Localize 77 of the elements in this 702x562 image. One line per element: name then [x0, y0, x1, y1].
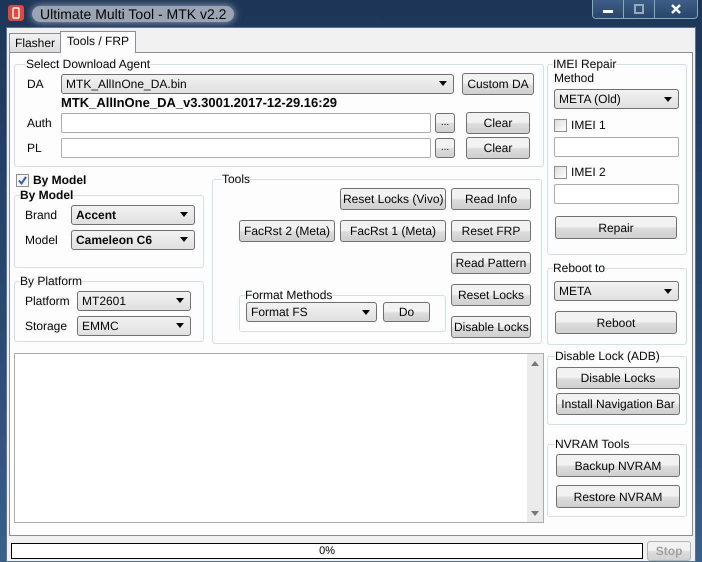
- dropdown[interactable]: Accent: [71, 204, 195, 224]
- tab[interactable]: Flasher: [9, 33, 62, 52]
- group-title: Tools: [222, 172, 250, 186]
- reset-locks-vivo-button[interactable]: Reset Locks (Vivo): [340, 188, 446, 210]
- browse-button[interactable]: ...: [435, 112, 455, 132]
- checkbox[interactable]: [554, 118, 567, 132]
- field-label: PL: [27, 140, 43, 154]
- nvram-button[interactable]: Backup NVRAM: [556, 454, 680, 477]
- da-version: MTK_AllInOne_DA_v3.3001.2017-12-29.16:29: [61, 96, 338, 110]
- read-pattern-button[interactable]: Read Pattern: [451, 252, 531, 274]
- caret-icon: [362, 310, 370, 314]
- scroll-up-icon[interactable]: [531, 361, 539, 366]
- maximize-icon: [633, 4, 645, 14]
- path-field[interactable]: [61, 138, 431, 158]
- progress-text: 0%: [319, 545, 336, 557]
- da-label: DA: [27, 76, 45, 90]
- custom-da-button[interactable]: Custom DA: [462, 72, 534, 94]
- method-dropdown[interactable]: META (Old): [554, 89, 679, 109]
- group-title: By Platform: [20, 274, 82, 288]
- checkbox-label: IMEI 1: [571, 118, 606, 132]
- caret-icon: [176, 323, 184, 328]
- group-title: IMEI Repair: [553, 57, 616, 71]
- group-title: Select Download Agent: [26, 57, 150, 71]
- group-title: Reboot to: [553, 261, 606, 275]
- method-label: Method: [554, 71, 596, 87]
- checkbox[interactable]: [554, 166, 567, 178]
- group-title: Disable Lock (ADB): [555, 349, 660, 363]
- reboot-mode-dropdown[interactable]: META: [554, 281, 679, 301]
- read-info-button[interactable]: Read Info: [451, 188, 531, 210]
- caret-icon: [180, 212, 188, 217]
- disable-locks-button[interactable]: Disable Locks: [451, 316, 531, 338]
- adb-button[interactable]: Install Navigation Bar: [556, 393, 680, 415]
- factory-reset-2-button[interactable]: FacRst 2 (Meta): [239, 220, 335, 242]
- reset-locks-button[interactable]: Reset Locks: [451, 284, 531, 306]
- path-field[interactable]: [61, 112, 431, 132]
- group-title: Format Methods: [245, 288, 332, 302]
- group-title: NVRAM Tools: [555, 437, 630, 451]
- adb-button[interactable]: Disable Locks: [556, 367, 680, 389]
- imei-field[interactable]: [554, 184, 679, 204]
- caret-icon: [176, 298, 184, 303]
- phone-icon: [8, 4, 24, 20]
- field-label: Storage: [24, 318, 68, 332]
- browse-button[interactable]: ...: [435, 138, 455, 158]
- dropdown[interactable]: EMMC: [77, 316, 191, 336]
- do-button[interactable]: Do: [383, 302, 430, 322]
- reset-frp-button[interactable]: Reset FRP: [451, 220, 531, 242]
- caret-icon: [439, 81, 447, 86]
- maximize-button[interactable]: [624, 0, 655, 18]
- repair-button[interactable]: Repair: [555, 216, 677, 239]
- checkbox-label: By Model: [33, 173, 86, 187]
- da-dropdown[interactable]: MTK_AllInOne_DA.bin: [61, 74, 454, 94]
- tab[interactable]: Tools / FRP: [60, 31, 136, 53]
- window-title: Ultimate Multi Tool - MTK v2.2: [32, 6, 234, 22]
- checkbox[interactable]: [16, 174, 29, 186]
- close-button[interactable]: [655, 0, 697, 18]
- caret-icon: [180, 237, 188, 242]
- caret-icon: [664, 96, 672, 102]
- dropdown[interactable]: MT2601: [77, 290, 191, 310]
- dropdown[interactable]: Cameleon C6: [71, 230, 195, 250]
- reboot-button[interactable]: Reboot: [555, 311, 677, 334]
- factory-reset-1-button[interactable]: FacRst 1 (Meta): [340, 220, 446, 242]
- nvram-button[interactable]: Restore NVRAM: [556, 485, 680, 508]
- caret-icon: [664, 288, 672, 294]
- scroll-down-icon[interactable]: [531, 511, 539, 516]
- field-label: Platform: [24, 294, 71, 308]
- minimize-button[interactable]: [593, 0, 624, 18]
- checkbox-label: IMEI 2: [571, 165, 606, 179]
- clear-button[interactable]: Clear: [466, 136, 530, 158]
- field-label: Brand: [24, 208, 58, 222]
- group-title: By Model: [20, 188, 74, 202]
- format-dropdown[interactable]: Format FS: [246, 302, 377, 322]
- imei-field[interactable]: [554, 137, 679, 157]
- close-icon: [670, 4, 682, 14]
- field-label: Auth: [27, 116, 53, 130]
- scrollbar[interactable]: [527, 354, 543, 522]
- clear-button[interactable]: Clear: [466, 112, 530, 134]
- field-label: Model: [24, 232, 59, 246]
